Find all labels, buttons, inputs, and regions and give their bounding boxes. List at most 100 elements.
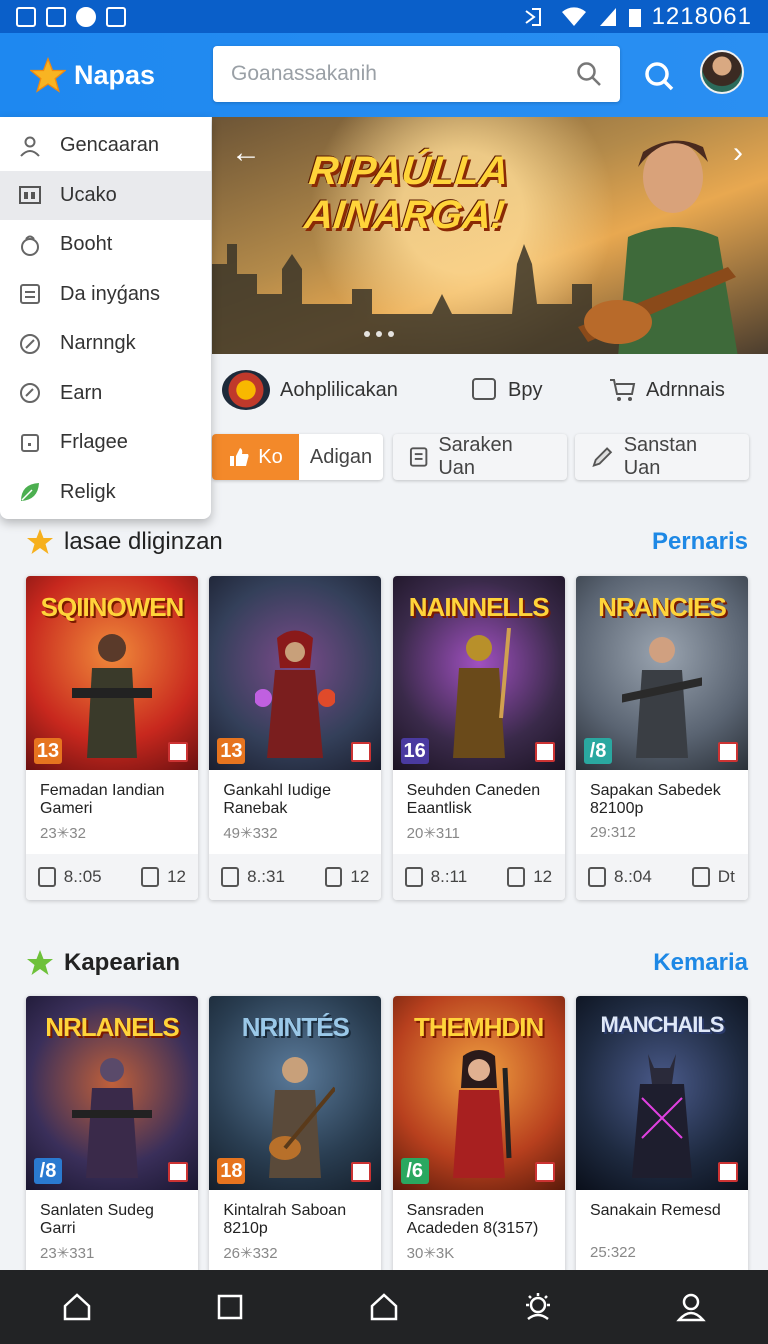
game-card[interactable]: NRINTÉS 18 Kintalrah Saboan 8210p 26✳332 [209,996,382,1274]
game-title: Sansraden Acadeden 8(3157) [406,1202,539,1237]
game-title: Sanlaten Sudeg Garri [40,1202,154,1237]
menu-item-label: Ucako [60,183,117,206]
category-label: Bpy [508,378,543,401]
app-header: Napas [0,33,768,117]
nav-home[interactable] [47,1277,107,1337]
game-cover: MANCHAILS [575,996,748,1190]
settings-icon [76,6,96,27]
nav-profile[interactable] [661,1277,721,1337]
card-row-featured: SQIINOWEN 13 Femadan Iandian Gameri 23✳3… [26,576,748,900]
status-bar: 1218061 [0,0,768,33]
menu-item-earn[interactable]: Earn [0,369,211,419]
character-figure [621,637,702,758]
chip-sanstan[interactable]: Sanstan Uan [575,434,749,480]
bottom-navigation [0,1270,768,1344]
nav-sun[interactable] [508,1277,568,1337]
game-cover: NRINTÉS 18 [209,996,382,1190]
menu-item-booht[interactable]: Booht [0,220,211,270]
menu-item-gencaaran[interactable]: Gencaaran [0,121,211,171]
search-icon[interactable] [576,61,602,87]
clipboard-icon [141,867,160,887]
section-header-popular: Kapearian Kemaria [26,943,748,983]
menu-item-label: Da inyǵans [60,282,161,305]
hero-dot[interactable] [364,331,370,337]
document-icon [20,284,40,305]
hero-pagination-dots[interactable] [364,331,394,337]
publisher-logo-icon [351,1162,372,1182]
card-footer: 8.:11 12 [392,854,565,900]
hero-dot[interactable] [388,331,394,337]
character-figure [452,628,511,758]
storage-icon [587,867,606,887]
card-body: Sansraden Acadeden 8(3157) 30✳3K [393,1190,565,1274]
user-avatar[interactable] [700,50,744,94]
status-notifications [16,6,126,27]
profile-icon [676,1293,706,1322]
category-label: Adrnnais [646,378,725,401]
game-card[interactable]: THEMHDIN /6 Sansraden Acadeden 8(3157) 3… [392,996,565,1274]
cover-title: NRANCIES [598,592,727,622]
menu-item-religk[interactable]: Religk [0,468,211,518]
storage-icon [221,867,240,887]
hero-dot[interactable] [376,331,382,337]
section-title: lasae dliginzan [64,528,223,555]
nav-home-outline[interactable] [354,1277,414,1337]
game-card[interactable]: 13 Gankahl Iudige Ranebak 49✳332 8.:31 1… [209,576,382,900]
card-body: Gankahl Iudige Ranebak 49✳332 [209,770,381,854]
game-cover: 13 [209,576,382,770]
menu-item-dainygans[interactable]: Da inyǵans [0,270,211,320]
cover-title: NRLANELS [45,1012,180,1042]
status-time: 1218061 [651,2,752,30]
menu-item-narnngk[interactable]: Narnngk [0,319,211,369]
card-footer: 8.:05 12 [26,854,198,900]
hero-next-arrow-icon[interactable]: › [720,135,756,171]
game-card[interactable]: SQIINOWEN 13 Femadan Iandian Gameri 23✳3… [26,576,198,900]
menu-item-frlagee[interactable]: Frlagee [0,418,211,468]
publisher-logo-icon [168,1162,188,1182]
category-buy[interactable]: Bpy [470,376,542,404]
search-input[interactable] [231,62,576,86]
section-more-link[interactable]: Kemaria [653,949,748,977]
game-card[interactable]: MANCHAILS Sanakain Remesd 25:322 [575,996,748,1274]
cover-title: THEMHDIN [414,1012,544,1042]
storage-icon [404,867,423,887]
gallery-icon [16,6,36,27]
game-downloads: 23✳32 [40,825,86,842]
nav-square[interactable] [200,1277,260,1337]
chip-label: Saraken Uan [438,434,513,479]
game-cover: NRANCIES /8 [575,576,748,770]
game-downloads: 25:322 [589,1244,636,1261]
search-button-icon[interactable] [640,57,680,97]
game-card[interactable]: NRANCIES /8 Sapakan Sabedek 82100p 29:31… [575,576,748,900]
game-card[interactable]: NAINNELLS 16 Seuhden Caneden Eaantlisk 2… [392,576,565,900]
leaf-icon [21,483,39,502]
hero-banner[interactable]: RIPAÚLLA AINARGA! ← › [212,117,768,354]
game-card[interactable]: NRLANELS /8 Sanlaten Sudeg Garri 23✳331 [26,996,198,1274]
game-cover: NAINNELLS 16 [392,576,565,770]
app-brand[interactable]: Napas [30,57,210,93]
battery-icon [628,8,641,27]
filter-chips: Ko Adigan Saraken Uan Sanstan Uan [212,434,768,482]
hero-prev-arrow-icon[interactable]: ← [228,135,264,171]
chip-saraken[interactable]: Saraken Uan [393,434,567,480]
category-admin[interactable]: Adrnnais [608,376,725,404]
clipboard-icon [507,867,526,887]
section-more-link[interactable]: Pernaris [652,528,748,556]
publisher-logo-icon [351,742,372,762]
square-icon [21,433,39,452]
category-apps[interactable]: Aohplilicakan [222,370,398,410]
chip-plain[interactable]: Adigan [299,434,383,480]
game-cover: SQIINOWEN 13 [26,576,198,770]
publisher-logo-icon [534,742,555,762]
category-row: Aohplilicakan Bpy Adrnnais [212,360,768,420]
home-icon [63,1293,91,1321]
game-title: Sanakain Remesd [589,1202,721,1219]
grid-icon [19,186,41,205]
character-figure [631,1054,692,1178]
game-downloads: 20✳311 [406,825,460,842]
search-box[interactable] [213,46,620,102]
menu-item-ucako[interactable]: Ucako [0,170,211,220]
card-body: Femadan Iandian Gameri 23✳32 [26,770,198,854]
hero-title-line1: RIPAÚLLA [307,149,511,193]
chip-like-active[interactable]: Ko [212,434,299,480]
